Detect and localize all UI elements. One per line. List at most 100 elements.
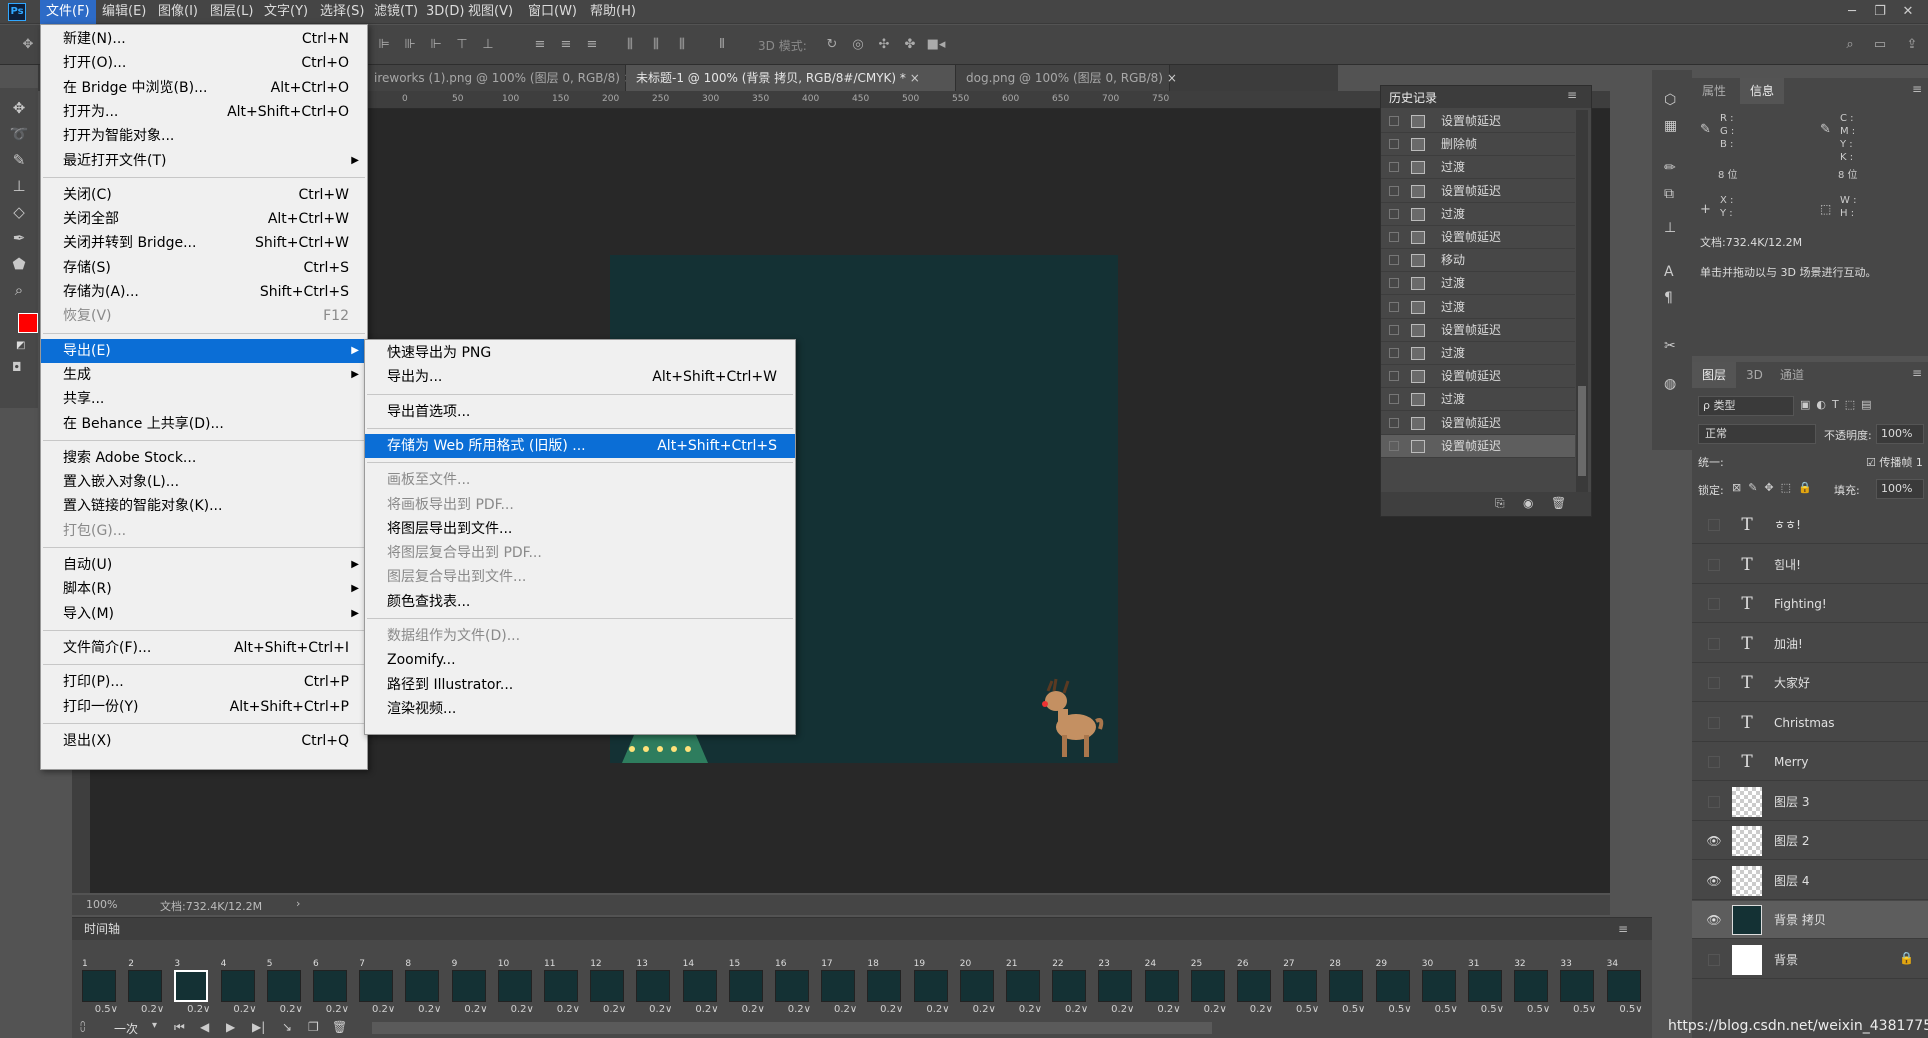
- timeline-frame[interactable]: 33 0.5∨: [1558, 959, 1596, 1016]
- frame-delay[interactable]: 0.2∨: [958, 1004, 996, 1015]
- history-brush-source-checkbox[interactable]: [1389, 440, 1399, 451]
- menu-文字-y[interactable]: 文字(Y): [258, 0, 314, 24]
- timeline-frame[interactable]: 16 0.2∨: [773, 959, 811, 1016]
- tab-dog[interactable]: dog.png @ 100% (图层 0, RGB/8) ×: [956, 65, 1177, 91]
- layer-name[interactable]: 图层 2: [1774, 822, 1809, 860]
- menu-item-搜索-adobe-stock[interactable]: 搜索 Adobe Stock...: [41, 446, 367, 470]
- layer-row[interactable]: T 大家好: [1692, 664, 1928, 702]
- history-brush-source-checkbox[interactable]: [1389, 139, 1399, 150]
- timeline-frame[interactable]: 30 0.5∨: [1420, 959, 1458, 1016]
- layer-name[interactable]: 背景 拷贝: [1774, 901, 1826, 939]
- menu-item-脚本-r[interactable]: 脚本(R) ▶: [41, 577, 367, 601]
- propagate-frame-checkbox[interactable]: ☑ 传播帧 1: [1866, 454, 1923, 470]
- align-right-icon[interactable]: ⊩: [426, 35, 446, 55]
- tab-properties[interactable]: 属性: [1692, 78, 1736, 104]
- timeline-frame[interactable]: 15 0.2∨: [727, 959, 765, 1016]
- play-icon[interactable]: ▶: [226, 1020, 235, 1034]
- frame-delay[interactable]: 0.2∨: [542, 1004, 580, 1015]
- menu-滤镜-t[interactable]: 滤镜(T): [368, 0, 424, 24]
- frame-delay[interactable]: 0.2∨: [1143, 1004, 1180, 1015]
- fill-input[interactable]: 100%: [1876, 479, 1924, 499]
- timeline-menu-icon[interactable]: ≡: [1618, 922, 1628, 936]
- layer-name[interactable]: 大家好: [1774, 664, 1810, 702]
- timeline-frame[interactable]: 14 0.2∨: [681, 959, 719, 1016]
- timeline-frame[interactable]: 25 0.2∨: [1189, 959, 1227, 1016]
- menu-item-导出首选项[interactable]: 导出首选项...: [365, 400, 795, 424]
- paragraph-icon[interactable]: ¶: [1664, 290, 1673, 306]
- history-item[interactable]: 设置帧延迟: [1381, 365, 1575, 389]
- menu-item-自动-u[interactable]: 自动(U) ▶: [41, 553, 367, 577]
- frame-delay[interactable]: 0.2∨: [126, 1004, 164, 1015]
- frame-delay[interactable]: 0.2∨: [634, 1004, 672, 1015]
- menu-item-最近打开文件-t[interactable]: 最近打开文件(T) ▶: [41, 149, 367, 173]
- loop-select[interactable]: 一次: [114, 1020, 138, 1037]
- shape-tool-icon[interactable]: ⬟: [7, 252, 31, 276]
- frame-delay[interactable]: 0.2∨: [773, 1004, 811, 1015]
- minimize-icon[interactable]: ─: [1840, 3, 1864, 21]
- frame-delay[interactable]: 0.2∨: [865, 1004, 903, 1015]
- menu-item-在-behance-上共享-d[interactable]: 在 Behance 上共享(D)...: [41, 412, 367, 436]
- tab-info[interactable]: 信息: [1740, 78, 1785, 104]
- new-document-icon[interactable]: ⎘: [1495, 496, 1505, 511]
- timeline-frame[interactable]: 22 0.2∨: [1050, 959, 1088, 1016]
- history-item[interactable]: 移动: [1381, 249, 1575, 273]
- character-icon[interactable]: A: [1664, 264, 1674, 280]
- blend-mode-select[interactable]: 正常: [1698, 424, 1816, 444]
- menu-选择-s[interactable]: 选择(S): [314, 0, 370, 24]
- layer-row[interactable]: T Fighting!: [1692, 585, 1928, 623]
- visibility-eye-icon[interactable]: [1708, 953, 1720, 966]
- menu-item-退出-x[interactable]: 退出(X) Ctrl+Q: [41, 729, 367, 753]
- timeline-frame[interactable]: 11 0.2∨: [542, 959, 580, 1016]
- layer-row[interactable]: 👁 图层 4: [1692, 862, 1928, 900]
- frame-delay[interactable]: 0.5∨: [1558, 1004, 1596, 1015]
- visibility-eye-icon[interactable]: [1708, 716, 1720, 729]
- frame-delay[interactable]: 0.2∨: [1096, 1004, 1134, 1015]
- frame-delay[interactable]: 0.2∨: [727, 1004, 765, 1015]
- frame-delay[interactable]: 0.5∨: [1281, 1004, 1319, 1015]
- timeline-frame[interactable]: 28 0.5∨: [1327, 959, 1365, 1016]
- layer-name[interactable]: 加油!: [1774, 625, 1803, 663]
- frame-delay[interactable]: 0.5∨: [1605, 1004, 1642, 1015]
- menu-item-关闭并转到-bridge[interactable]: 关闭并转到 Bridge... Shift+Ctrl+W: [41, 231, 367, 255]
- frame-delay[interactable]: 0.5∨: [1466, 1004, 1504, 1015]
- panel-menu-icon[interactable]: ≡: [1912, 366, 1922, 380]
- layer-name[interactable]: Christmas: [1774, 704, 1835, 742]
- delete-frame-icon[interactable]: 🗑: [332, 1020, 347, 1034]
- menu-item-导出为[interactable]: 导出为... Alt+Shift+Ctrl+W: [365, 365, 795, 389]
- visibility-eye-icon[interactable]: [1708, 637, 1720, 650]
- menu-item-生成[interactable]: 生成 ▶: [41, 363, 367, 387]
- menu-视图-v[interactable]: 视图(V): [462, 0, 519, 24]
- next-frame-icon[interactable]: ▶|: [252, 1020, 265, 1034]
- timeline-frame[interactable]: 34 0.5∨: [1605, 959, 1643, 1016]
- layer-name[interactable]: 힘내!: [1774, 546, 1801, 584]
- tab-fireworks[interactable]: ireworks (1).png @ 100% (图层 0, RGB/8) ×: [364, 65, 634, 91]
- layer-row[interactable]: 👁 图层 2: [1692, 822, 1928, 860]
- history-brush-source-checkbox[interactable]: [1389, 208, 1399, 219]
- lock-icons[interactable]: ⊠✎✥⬚🔒: [1732, 481, 1819, 494]
- timeline-frame[interactable]: 3 0.2∨: [172, 959, 210, 1016]
- workspace-icon[interactable]: ▭: [1870, 35, 1890, 55]
- menu-item-共享[interactable]: 共享...: [41, 387, 367, 411]
- adjust-icon[interactable]: ⧉: [1664, 186, 1674, 202]
- brush-icon[interactable]: ✏: [1664, 160, 1676, 176]
- frame-delay[interactable]: 0.2∨: [681, 1004, 718, 1015]
- timeline-frame[interactable]: 9 0.2∨: [450, 959, 488, 1016]
- eraser-tool-icon[interactable]: ◇: [7, 200, 31, 224]
- layer-name[interactable]: 图层 4: [1774, 862, 1809, 900]
- menu-窗口-w[interactable]: 窗口(W): [522, 0, 583, 24]
- timeline-frame[interactable]: 13 0.2∨: [634, 959, 672, 1016]
- 3d-pan-icon[interactable]: ✣: [874, 35, 894, 55]
- 3d-icon[interactable]: ⬡: [1664, 92, 1676, 108]
- history-item[interactable]: 过渡: [1381, 342, 1575, 365]
- timeline-frame[interactable]: 12 0.2∨: [588, 959, 626, 1016]
- history-brush-source-checkbox[interactable]: [1389, 116, 1399, 126]
- frame-delay[interactable]: 0.5∨: [1512, 1004, 1550, 1015]
- restore-icon[interactable]: ❐: [1868, 3, 1892, 21]
- 3d-slide-icon[interactable]: ✤: [900, 35, 920, 55]
- menu-item-置入嵌入对象-l[interactable]: 置入嵌入对象(L)...: [41, 470, 367, 494]
- visibility-eye-icon[interactable]: [1708, 756, 1720, 768]
- timeline-frame[interactable]: 24 0.2∨: [1143, 959, 1181, 1016]
- status-expand-icon[interactable]: ›: [296, 897, 300, 910]
- menu-item-颜色查找表[interactable]: 颜色查找表...: [365, 590, 795, 614]
- first-frame-icon[interactable]: ⏮: [174, 1020, 185, 1035]
